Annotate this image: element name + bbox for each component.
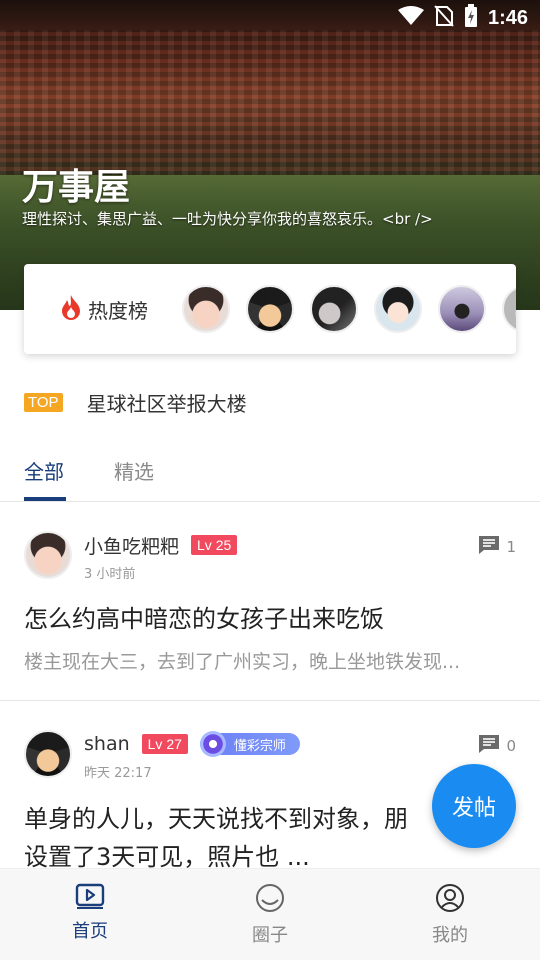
hot-list-title[interactable]: 热度榜 <box>60 294 184 324</box>
pinned-post-title: 星球社区举报大楼 <box>86 392 247 416</box>
name-row: shan Lv 27 懂彩宗师 <box>84 729 300 759</box>
avatar[interactable] <box>310 285 358 333</box>
comment-count-value: 0 <box>506 737 516 755</box>
new-post-button[interactable]: 发帖 <box>432 764 516 848</box>
post-meta: shan Lv 27 懂彩宗师 昨天 22:17 <box>84 729 300 781</box>
tab-bar: 全部 精选 <box>0 450 540 502</box>
tab-all[interactable]: 全部 <box>24 456 64 485</box>
post-excerpt: 楼主现在大三，去到了广州实习，晚上坐地铁发现... <box>24 651 461 673</box>
hot-list-label: 热度榜 <box>88 298 148 323</box>
avatar[interactable] <box>438 285 486 333</box>
level-badge: Lv 27 <box>141 734 188 754</box>
post-time: 3 小时前 <box>84 567 136 582</box>
comment-count: 1 <box>478 535 516 559</box>
page-title: 万事屋 <box>22 167 131 208</box>
level-badge: Lv 25 <box>191 535 238 555</box>
profile-icon <box>435 883 465 917</box>
bottom-nav: 首页 圈子 我的 <box>0 868 540 960</box>
tab-featured[interactable]: 精选 <box>114 456 154 485</box>
avatar[interactable] <box>182 285 230 333</box>
nav-home[interactable]: 首页 <box>30 883 150 943</box>
hot-list-card[interactable]: 热度榜 <box>24 264 516 354</box>
home-play-icon <box>75 883 105 913</box>
status-bar: 1:46 <box>0 0 540 36</box>
medal-badge: 懂彩宗师 <box>197 729 300 759</box>
comment-count-value: 1 <box>506 538 516 556</box>
pinned-post[interactable]: TOP 星球社区举报大楼 <box>24 388 247 417</box>
username[interactable]: shan <box>84 733 130 755</box>
post-title[interactable]: 怎么约高中暗恋的女孩子出来吃饭 <box>24 599 384 634</box>
post-item[interactable]: 小鱼吃粑粑 Lv 25 3 小时前 1 怎么约高中暗恋的女孩子出来吃饭 楼主现在… <box>0 503 540 701</box>
tab-indicator <box>24 497 66 501</box>
top-badge: TOP <box>24 393 63 412</box>
hot-avatar-list <box>182 285 516 333</box>
avatar[interactable] <box>502 285 516 333</box>
nav-home-label: 首页 <box>72 921 108 942</box>
medal-gem-icon <box>197 729 228 759</box>
post-time: 昨天 22:17 <box>84 766 152 781</box>
nav-profile[interactable]: 我的 <box>390 883 510 947</box>
comment-icon <box>478 734 500 758</box>
nav-circle-label: 圈子 <box>252 925 288 946</box>
fire-icon <box>60 294 82 324</box>
app-screen: 1:46 万事屋 理性探讨、集思广益、一吐为快分享你我的喜怒哀乐。<br /> … <box>0 0 540 960</box>
avatar[interactable] <box>24 531 72 579</box>
status-time: 1:46 <box>487 6 528 29</box>
post-meta: 小鱼吃粑粑 Lv 25 3 小时前 <box>84 531 238 582</box>
avatar[interactable] <box>374 285 422 333</box>
circle-chat-icon <box>255 883 285 917</box>
comment-icon <box>478 535 500 559</box>
page-subtitle: 理性探讨、集思广益、一吐为快分享你我的喜怒哀乐。<br /> <box>22 210 433 228</box>
nav-circle[interactable]: 圈子 <box>210 883 330 947</box>
avatar[interactable] <box>24 730 72 778</box>
avatar[interactable] <box>246 285 294 333</box>
nav-profile-label: 我的 <box>432 925 468 946</box>
comment-count: 0 <box>478 734 516 758</box>
post-header: shan Lv 27 懂彩宗师 昨天 22:17 <box>24 729 300 781</box>
battery-charging-icon <box>464 4 478 32</box>
name-row: 小鱼吃粑粑 Lv 25 <box>84 531 238 559</box>
no-sim-icon <box>434 5 454 31</box>
wifi-icon <box>397 6 424 30</box>
username[interactable]: 小鱼吃粑粑 <box>84 532 179 559</box>
post-header: 小鱼吃粑粑 Lv 25 3 小时前 <box>24 531 238 582</box>
medal-label: 懂彩宗师 <box>233 738 286 754</box>
